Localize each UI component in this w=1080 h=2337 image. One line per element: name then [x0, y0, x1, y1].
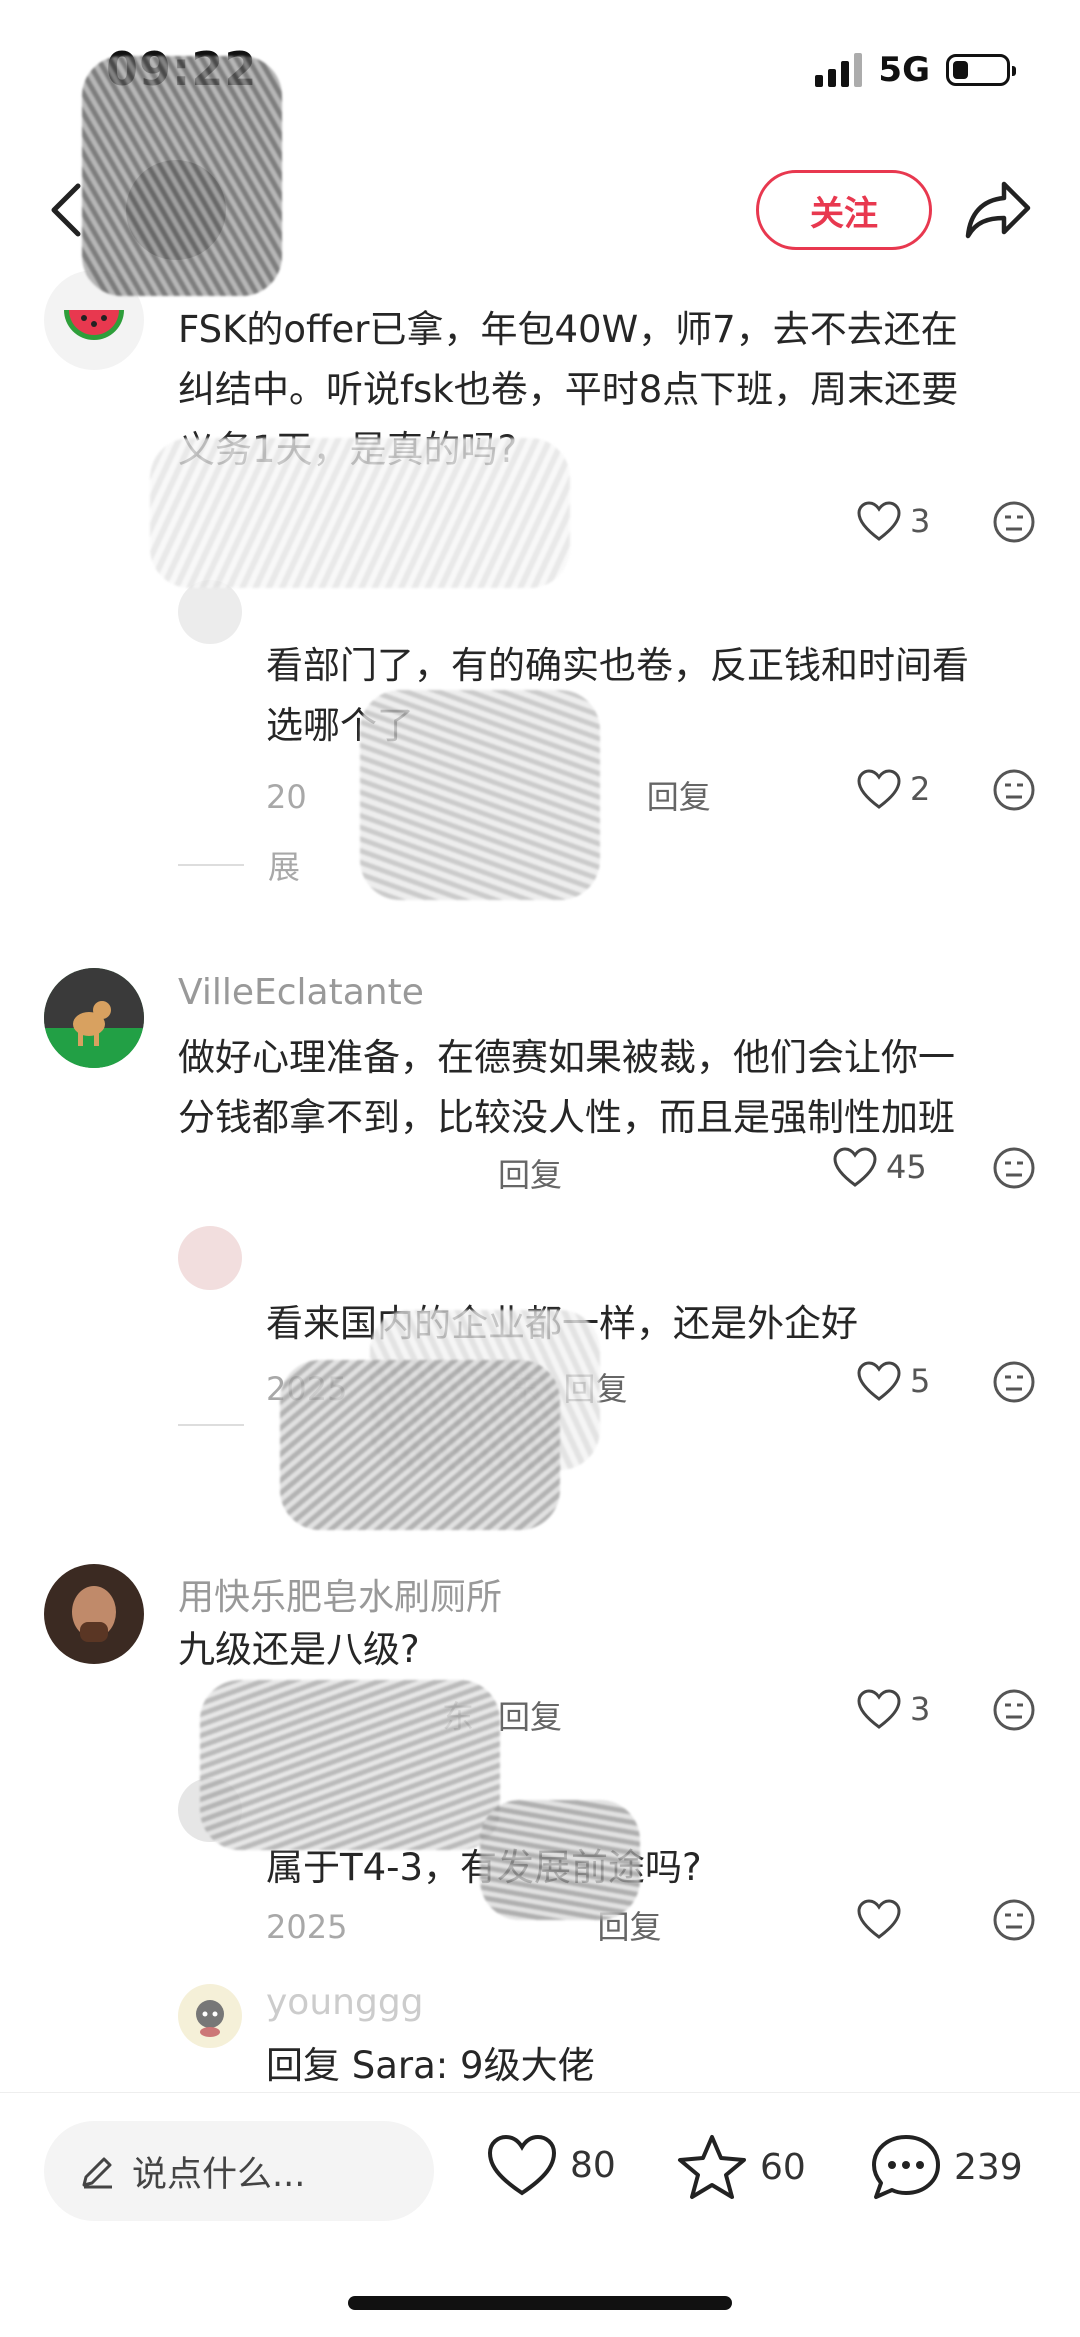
home-indicator [348, 2296, 732, 2310]
pencil-icon [82, 2157, 112, 2189]
person-photo-icon [72, 1586, 116, 1642]
dislike-face-icon[interactable] [992, 1146, 1036, 1190]
reply-avatar[interactable] [178, 580, 242, 644]
comment-list: FSK的offer已拿，年包40W，师7，去不去还在 纠结中。听说fsk也卷，平… [0, 270, 1080, 2090]
dislike-face-icon[interactable] [992, 1898, 1036, 1942]
dislike-face-icon[interactable] [992, 768, 1036, 812]
expand-label: 展 [268, 848, 301, 886]
like-count: 5 [910, 1362, 931, 1400]
network-type: 5G [878, 50, 930, 90]
reply-content: 回复 Sara: 9级大佬 [266, 2036, 1046, 2090]
comment-line: 纠结中。听说fsk也卷，平时8点下班，周末还要 [178, 368, 959, 411]
cartoon-avatar-icon [196, 2000, 224, 2037]
reply-button[interactable]: 回复 [498, 1698, 562, 1736]
signal-icon [815, 53, 863, 87]
comment-meta: 回复 [178, 1150, 562, 1196]
shiba-dog-icon [44, 968, 144, 1068]
commenter-username[interactable]: 用快乐肥皂水刷厕所 [178, 1568, 502, 1620]
redaction-scribble [82, 56, 282, 296]
comment-action[interactable]: 239 [870, 2133, 1023, 2201]
heart-icon [857, 1689, 901, 1729]
reply-like-button[interactable] [856, 1898, 910, 1940]
redaction-scribble [200, 1680, 500, 1850]
like-action[interactable]: 80 [486, 2133, 616, 2197]
divider [178, 864, 244, 866]
comment-line: 九级还是八级? [178, 1628, 420, 1671]
share-icon[interactable] [964, 178, 1032, 242]
comment-total: 239 [954, 2146, 1023, 2188]
comment-line: 做好心理准备，在德赛如果被裁，他们会让你一 [178, 1036, 955, 1079]
reply-avatar[interactable] [178, 1226, 242, 1290]
like-count: 45 [886, 1148, 927, 1186]
status-indicators: 5G [815, 50, 1016, 90]
commenter-username[interactable]: VilleEclatante [178, 972, 424, 1013]
reply-button[interactable]: 回复 [647, 778, 711, 816]
reply-date: 2025 [266, 1908, 348, 1946]
redaction-scribble [360, 690, 600, 900]
like-count: 3 [910, 1690, 931, 1728]
comment-line: 分钱都拿不到，比较没人性，而且是强制性加班 [178, 1096, 955, 1139]
heart-icon [857, 769, 901, 809]
comment-input-placeholder: 说点什么... [132, 2154, 306, 2195]
like-total: 80 [570, 2144, 616, 2186]
reply-like-button[interactable]: 2 [856, 768, 930, 810]
heart-icon [833, 1147, 877, 1187]
heart-icon [857, 1899, 901, 1939]
star-icon [678, 2135, 746, 2199]
chat-bubble-icon [872, 2135, 940, 2199]
reply-button[interactable]: 回复 [498, 1156, 562, 1194]
battery-icon [946, 54, 1016, 86]
battery-level [953, 61, 968, 79]
comment-like-button[interactable]: 3 [856, 1688, 930, 1730]
star-action[interactable]: 60 [676, 2133, 806, 2201]
comment-like-button[interactable]: 45 [832, 1146, 927, 1188]
redaction-scribble [480, 1800, 640, 1920]
star-total: 60 [760, 2146, 806, 2188]
redaction-scribble [280, 1360, 560, 1530]
reply-like-button[interactable]: 5 [856, 1360, 930, 1402]
commenter-avatar[interactable] [44, 1564, 144, 1664]
divider [178, 1424, 244, 1426]
like-count: 2 [910, 770, 931, 808]
dislike-face-icon[interactable] [992, 500, 1036, 544]
comment-like-button[interactable]: 3 [856, 500, 930, 542]
redaction-scribble [150, 438, 570, 588]
dislike-face-icon[interactable] [992, 1688, 1036, 1732]
heart-icon [487, 2134, 557, 2196]
comment-content: 九级还是八级? [178, 1620, 1058, 1680]
expand-replies[interactable] [178, 1424, 244, 1426]
bottom-action-bar: 说点什么... 80 60 239 [0, 2092, 1080, 2252]
comment-line: FSK的offer已拿，年包40W，师7，去不去还在 [178, 308, 958, 351]
heart-icon [857, 501, 901, 541]
reply-username[interactable]: younggg [266, 1982, 424, 2023]
expand-replies[interactable]: 展 [178, 842, 300, 888]
follow-button[interactable]: 关注 [756, 170, 932, 250]
heart-icon [857, 1361, 901, 1401]
comment-content: 做好心理准备，在德赛如果被裁，他们会让你一 分钱都拿不到，比较没人性，而且是强制… [178, 1028, 1058, 1148]
reply-line: 看部门了，有的确实也卷，反正钱和时间看 [266, 644, 969, 687]
dislike-face-icon[interactable] [992, 1360, 1036, 1404]
commenter-avatar[interactable] [44, 968, 144, 1068]
reply-date: 20 [266, 778, 307, 816]
comment-input[interactable]: 说点什么... [44, 2121, 434, 2221]
reply-line: 回复 Sara: 9级大佬 [266, 2044, 595, 2087]
like-count: 3 [910, 502, 931, 540]
reply-avatar[interactable] [178, 1984, 242, 2048]
